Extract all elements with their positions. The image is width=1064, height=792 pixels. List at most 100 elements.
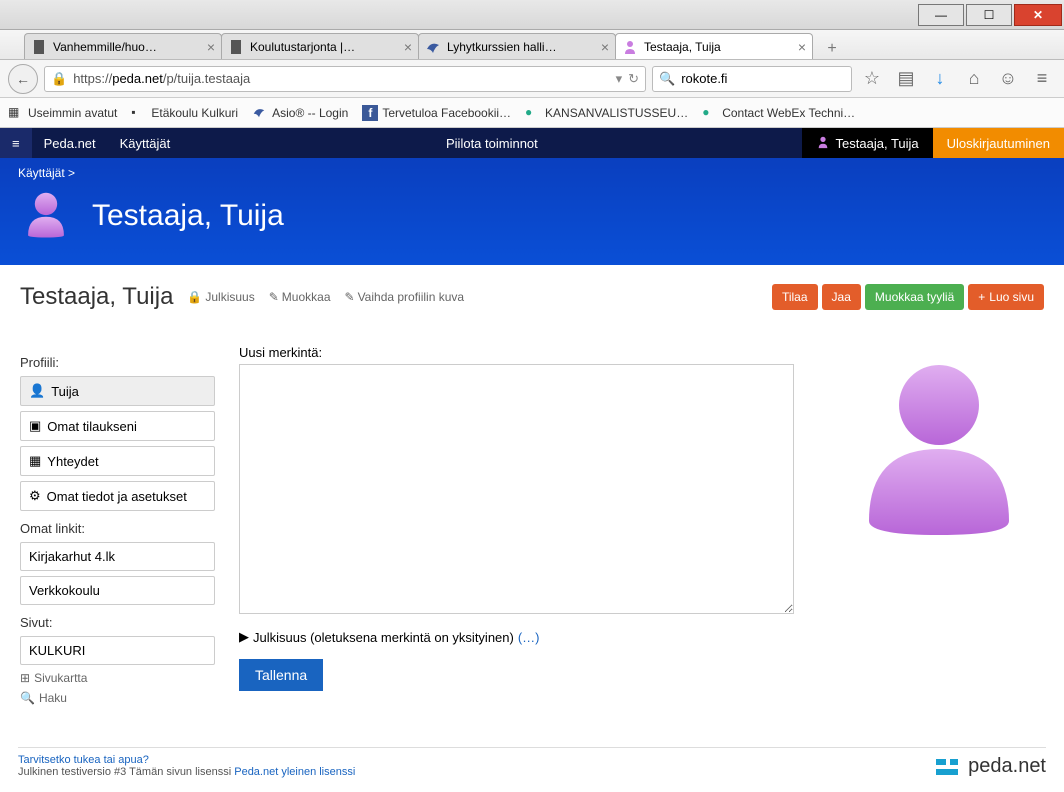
url-prefix: https://	[73, 71, 112, 86]
page-title: Testaaja, Tuija	[20, 283, 173, 311]
license-link[interactable]: Peda.net yleinen lisenssi	[234, 766, 355, 778]
star-icon[interactable]: ☆	[858, 65, 886, 93]
main-column: Uusi merkintä: ▶ Julkisuus (oletuksena m…	[239, 345, 810, 705]
tab-label: Lyhytkurssien halli…	[447, 40, 597, 54]
globe-icon: ●	[525, 105, 541, 121]
window-titlebar: — ☐ ✕	[0, 0, 1064, 30]
facebook-icon: f	[362, 105, 378, 121]
tab-bar: Vanhemmille/huo… × Koulutustarjonta |… ×…	[0, 30, 1064, 60]
sidebar-item-tuija[interactable]: 👤Tuija	[20, 376, 215, 406]
home-icon[interactable]: ⌂	[960, 65, 988, 93]
links-section-label: Omat linkit:	[20, 521, 215, 536]
hide-functions-link[interactable]: Piilota toiminnot	[432, 136, 552, 151]
license-text: Julkinen testiversio #3 Tämän sivun lise…	[18, 766, 234, 778]
hamburger-icon[interactable]: ≡	[0, 128, 32, 158]
more-link[interactable]: (…)	[518, 630, 540, 645]
reload-icon[interactable]: ↻	[628, 71, 639, 87]
sitemap-link[interactable]: ⊞Sivukartta	[20, 671, 215, 685]
arrow-right-icon: ▶	[239, 629, 249, 645]
list-icon[interactable]: ▤	[892, 65, 920, 93]
doc-icon: ▪	[131, 105, 147, 121]
page-footer: Tarvitsetko tukea tai apua? Julkinen tes…	[18, 747, 1046, 778]
sidebar-item-yhteydet[interactable]: ▦Yhteydet	[20, 446, 215, 476]
doc-icon	[228, 39, 244, 55]
avatar-icon	[18, 186, 74, 245]
share-button[interactable]: Jaa	[822, 284, 861, 310]
nav-users[interactable]: Käyttäjät	[108, 128, 183, 158]
sidebar-item-tilaukset[interactable]: ▣Omat tilaukseni	[20, 411, 215, 441]
change-picture-link[interactable]: ✎Vaihda profiilin kuva	[345, 290, 465, 304]
bookmark-etakoulu[interactable]: ▪Etäkoulu Kulkuri	[131, 105, 238, 121]
tab-vanhemmille[interactable]: Vanhemmille/huo… ×	[24, 33, 222, 59]
sidebar-link-verkkokoulu[interactable]: Verkkokoulu	[20, 576, 215, 605]
new-entry-textarea[interactable]	[239, 364, 794, 614]
close-icon[interactable]: ×	[404, 39, 412, 55]
bookmark-kansanvalistus[interactable]: ●KANSANVALISTUSSEU…	[525, 105, 688, 121]
download-icon[interactable]: ↓	[926, 65, 954, 93]
sidebar-page-kulkuri[interactable]: KULKURI	[20, 636, 215, 665]
sidebar-item-settings[interactable]: ⚙Omat tiedot ja asetukset	[20, 481, 215, 511]
plus-icon: +	[978, 290, 985, 304]
minimize-button[interactable]: —	[918, 4, 964, 26]
user-icon: 👤	[29, 383, 45, 399]
edit-link[interactable]: ✎Muokkaa	[269, 290, 331, 304]
maximize-button[interactable]: ☐	[966, 4, 1012, 26]
bookmark-webex[interactable]: ●Contact WebEx Techni…	[702, 105, 855, 121]
page-hero-title: Testaaja, Tuija	[92, 199, 284, 233]
bookmark-asio[interactable]: Asio® -- Login	[252, 105, 348, 121]
user-icon	[622, 39, 638, 55]
nav-home[interactable]: Peda.net	[32, 128, 108, 158]
subscribe-button[interactable]: Tilaa	[772, 284, 818, 310]
brand-logo: peda.net	[934, 755, 1046, 778]
new-tab-button[interactable]: +	[822, 39, 842, 59]
smiley-icon[interactable]: ☺	[994, 65, 1022, 93]
search-input[interactable]: 🔍 rokote.fi	[652, 66, 852, 92]
nav-current-user[interactable]: Testaaja, Tuija	[802, 128, 933, 158]
bookmark-frequent[interactable]: ▦Useimmin avatut	[8, 105, 117, 121]
search-value: rokote.fi	[681, 71, 727, 86]
sidebar: Profiili: 👤Tuija ▣Omat tilaukseni ▦Yhtey…	[20, 345, 215, 705]
logout-link[interactable]: Uloskirjautuminen	[933, 128, 1064, 158]
close-icon[interactable]: ×	[798, 39, 806, 55]
sitemap-icon: ⊞	[20, 671, 30, 685]
globe-icon: ●	[702, 105, 718, 121]
tab-lyhytkurssien[interactable]: Lyhytkurssien halli… ×	[418, 33, 616, 59]
new-page-button[interactable]: +Luo sivu	[968, 284, 1044, 310]
tab-label: Koulutustarjonta |…	[250, 40, 400, 54]
bookmark-facebook[interactable]: fTervetuloa Facebookii…	[362, 105, 511, 121]
back-button[interactable]: ←	[8, 64, 38, 94]
lock-icon: 🔒	[51, 71, 67, 87]
doc-icon	[31, 39, 47, 55]
search-link[interactable]: 🔍Haku	[20, 691, 215, 705]
layers-icon: ▣	[29, 418, 41, 434]
bookmarks-bar: ▦Useimmin avatut ▪Etäkoulu Kulkuri Asio®…	[0, 98, 1064, 128]
tab-label: Vanhemmille/huo…	[53, 40, 203, 54]
site-navbar: ≡ Peda.net Käyttäjät Piilota toiminnot T…	[0, 128, 1064, 158]
save-button[interactable]: Tallenna	[239, 659, 323, 691]
dropdown-icon[interactable]: ▾	[616, 71, 623, 87]
menu-icon[interactable]: ≡	[1028, 65, 1056, 93]
url-input[interactable]: 🔒 https://peda.net/p/tuija.testaaja ▾ ↻	[44, 66, 646, 92]
nav-toolbar: ← 🔒 https://peda.net/p/tuija.testaaja ▾ …	[0, 60, 1064, 98]
content-header: Testaaja, Tuija 🔒Julkisuus ✎Muokkaa ✎Vai…	[20, 283, 1044, 311]
content-body: Profiili: 👤Tuija ▣Omat tilaukseni ▦Yhtey…	[0, 331, 1064, 719]
grid-icon: ▦	[29, 453, 41, 469]
bird-icon	[425, 39, 441, 55]
support-link[interactable]: Tarvitsetko tukea tai apua?	[18, 754, 149, 766]
pencil-icon: ✎	[269, 290, 279, 304]
close-icon[interactable]: ×	[207, 39, 215, 55]
tab-koulutustarjonta[interactable]: Koulutustarjonta |… ×	[221, 33, 419, 59]
hero-banner: Käyttäjät > Testaaja, Tuija	[0, 158, 1064, 265]
close-button[interactable]: ✕	[1014, 4, 1062, 26]
url-controls: ▾ ↻	[616, 71, 639, 87]
search-icon: 🔍	[20, 691, 35, 705]
tab-testaaja[interactable]: Testaaja, Tuija ×	[615, 33, 813, 59]
profile-avatar	[834, 345, 1044, 705]
edit-style-button[interactable]: Muokkaa tyyliä	[865, 284, 964, 310]
bird-icon	[252, 105, 268, 121]
close-icon[interactable]: ×	[601, 39, 609, 55]
visibility-link[interactable]: 🔒Julkisuus	[187, 290, 254, 304]
breadcrumb[interactable]: Käyttäjät >	[18, 166, 1046, 180]
sidebar-link-kirjakarhut[interactable]: Kirjakarhut 4.lk	[20, 542, 215, 571]
visibility-disclosure[interactable]: ▶ Julkisuus (oletuksena merkintä on yksi…	[239, 629, 810, 645]
